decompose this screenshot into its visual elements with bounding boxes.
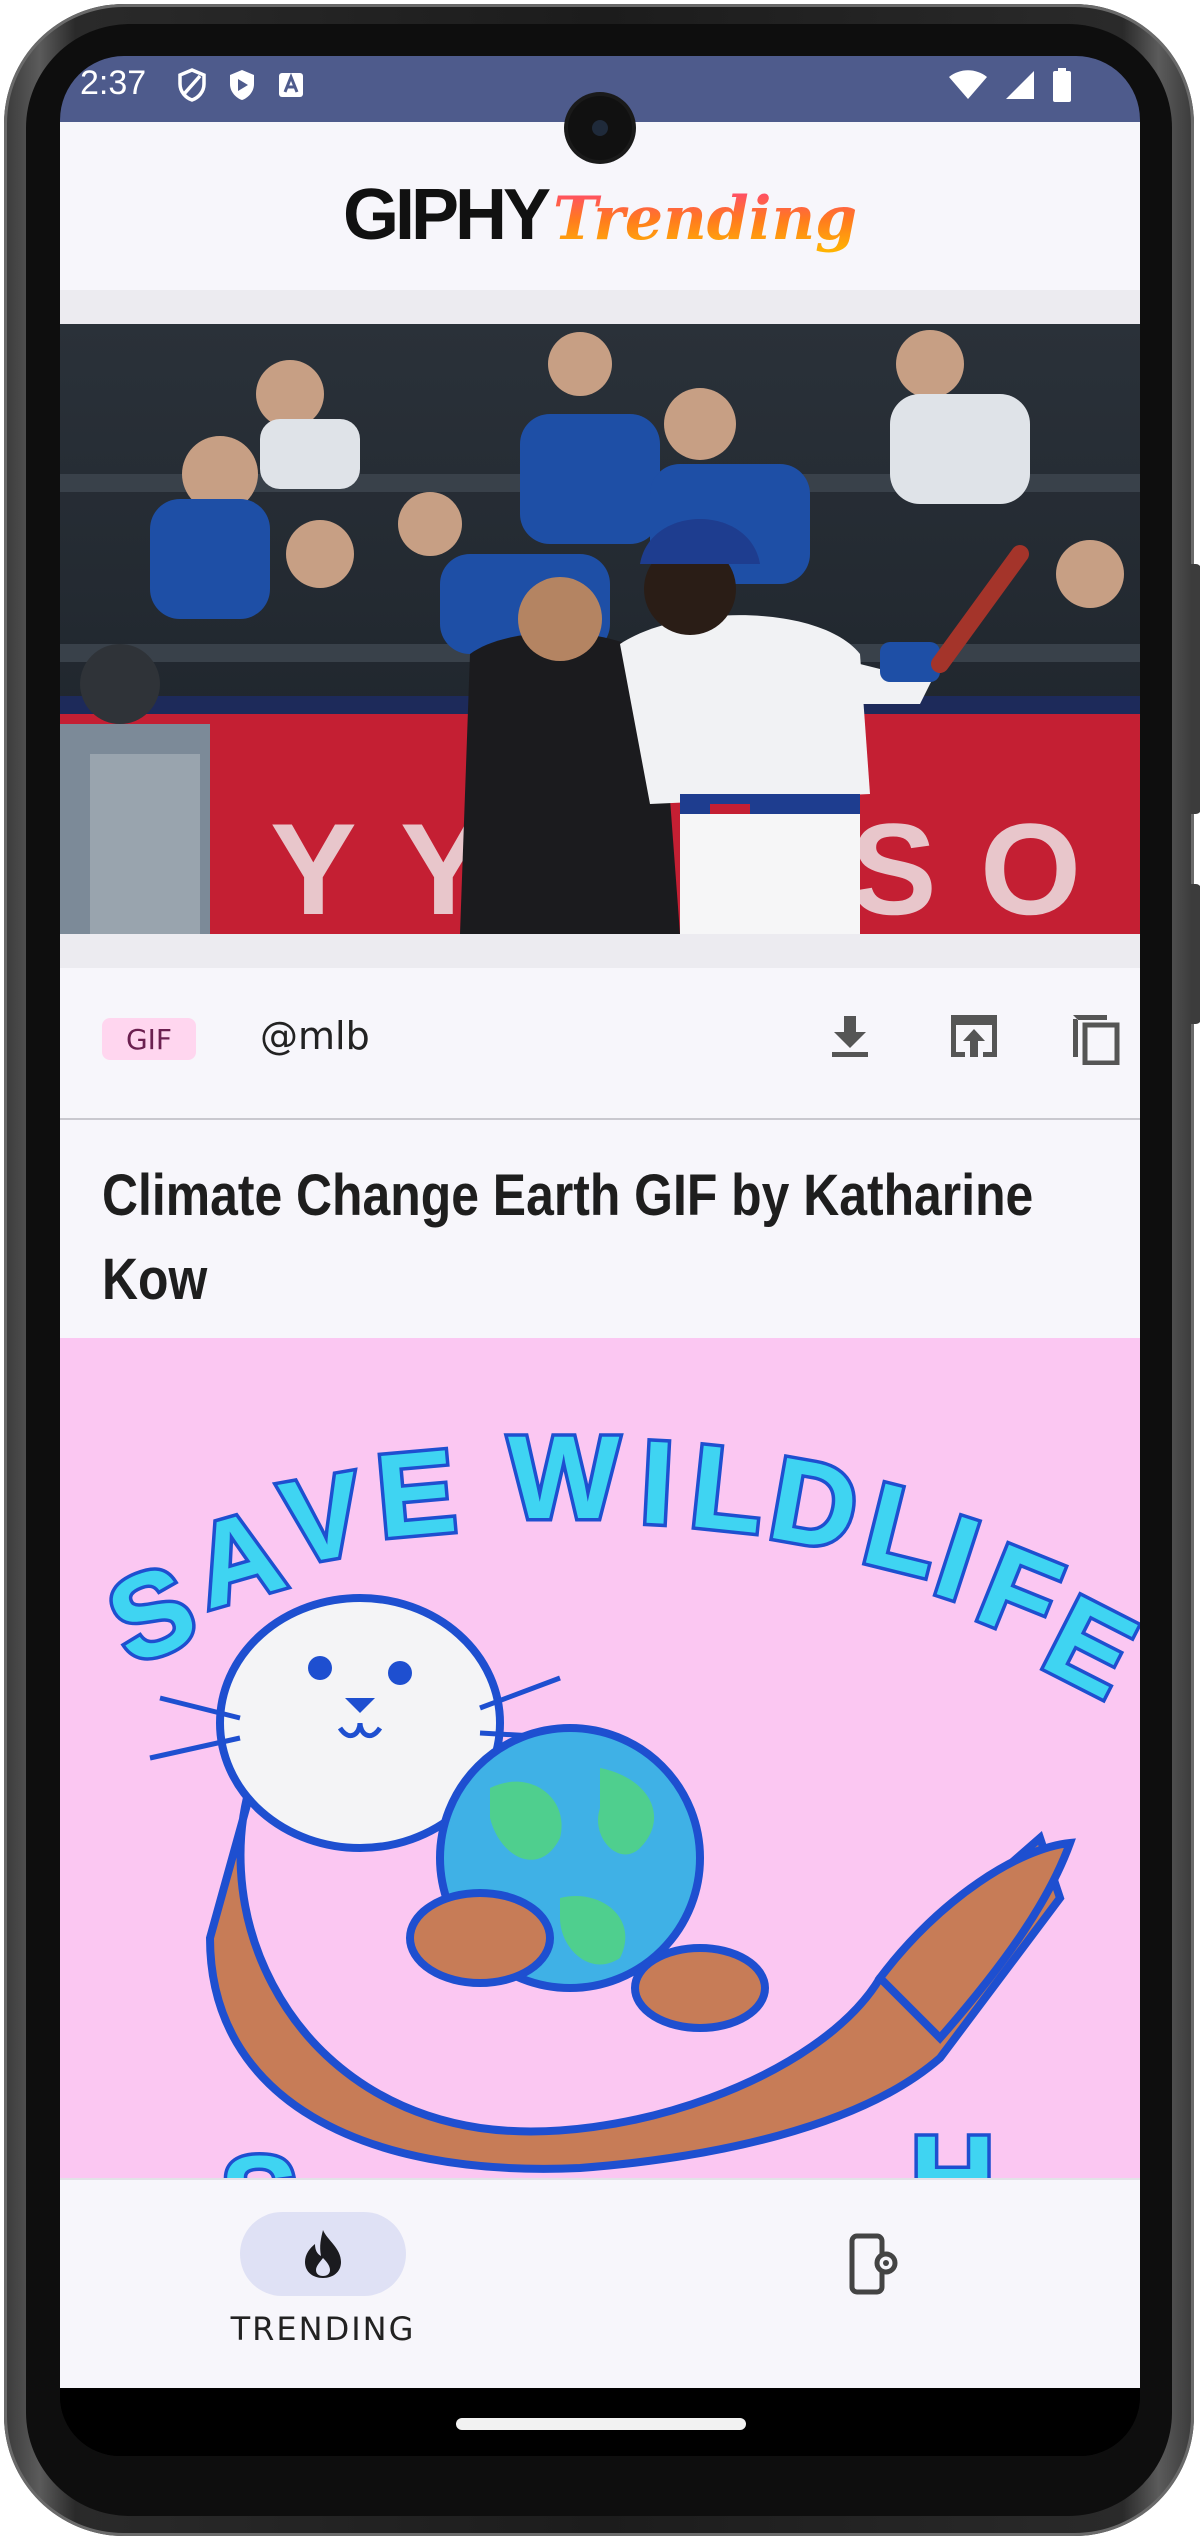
gif-image: S A V E W I L D L I F E H (87, 1409, 1140, 2179)
gif-image: Y Y S O (60, 324, 1140, 934)
app-logo: GIPHY Trending (343, 174, 857, 256)
gesture-navigation-bar (60, 2388, 1140, 2456)
svg-text:W: W (508, 1412, 620, 1544)
signal-icon (1006, 71, 1034, 99)
svg-text:Y: Y (270, 796, 357, 934)
shield-icon (178, 68, 206, 102)
feed-separator (60, 290, 1140, 324)
gif-title-section: Climate Change Earth GIF by Katharine Ko… (60, 1120, 1140, 1338)
gif-preview-otter[interactable]: S A V E W I L D L I F E H (60, 1338, 1140, 2178)
svg-text:L: L (685, 1420, 770, 1559)
gif-username[interactable]: @mlb (260, 1014, 370, 1058)
copy-button[interactable] (1066, 1006, 1126, 1066)
wifi-icon (949, 70, 987, 99)
power-button (1191, 564, 1200, 814)
nav-item-device-settings[interactable] (842, 2232, 906, 2296)
gif-preview-baseball[interactable]: Y Y S O (60, 324, 1140, 934)
svg-text:D: D (761, 1432, 868, 1577)
copy-icon (1073, 1015, 1120, 1065)
logo-trending: Trending (553, 184, 858, 254)
status-system-icons (948, 68, 1072, 102)
download-icon (832, 1016, 868, 1057)
status-notification-icons (178, 68, 304, 102)
gif-type-badge: GIF (102, 1018, 196, 1060)
gif-title: Climate Change Earth GIF by Katharine Ko… (102, 1163, 1034, 1312)
device-screen: 2:37 GIPHY Trending Y Y S O GIF @mlb Cli… (60, 56, 1140, 2456)
feed-separator (60, 934, 1140, 968)
svg-text:O: O (980, 796, 1081, 934)
svg-text:V: V (272, 1447, 372, 1591)
keyboard-a-icon (279, 72, 303, 97)
svg-text:E: E (371, 1425, 461, 1563)
logo-giphy: GIPHY (342, 175, 551, 255)
home-gesture-handle[interactable] (456, 2418, 746, 2430)
svg-text:A: A (179, 1484, 297, 1634)
front-camera (568, 96, 632, 160)
svg-text:I: I (637, 1417, 677, 1551)
open-button[interactable] (944, 1006, 1004, 1066)
download-button[interactable] (820, 1006, 880, 1066)
flame-icon (305, 2230, 341, 2278)
gif-meta-row: GIF @mlb (60, 968, 1140, 1120)
play-protect-icon (230, 70, 254, 100)
open-in-app-icon (951, 1015, 997, 1057)
nav-label-trending: TRENDING (230, 2310, 416, 2348)
svg-text:S: S (850, 796, 937, 934)
svg-text:S: S (220, 2132, 299, 2178)
volume-button (1191, 884, 1200, 1024)
status-time: 2:37 (80, 64, 147, 102)
battery-icon (1053, 68, 1071, 102)
svg-text:H: H (910, 2112, 995, 2178)
phone-settings-icon (849, 2233, 898, 2295)
nav-item-trending[interactable] (240, 2212, 406, 2296)
bottom-navigation: TRENDING (60, 2178, 1140, 2390)
